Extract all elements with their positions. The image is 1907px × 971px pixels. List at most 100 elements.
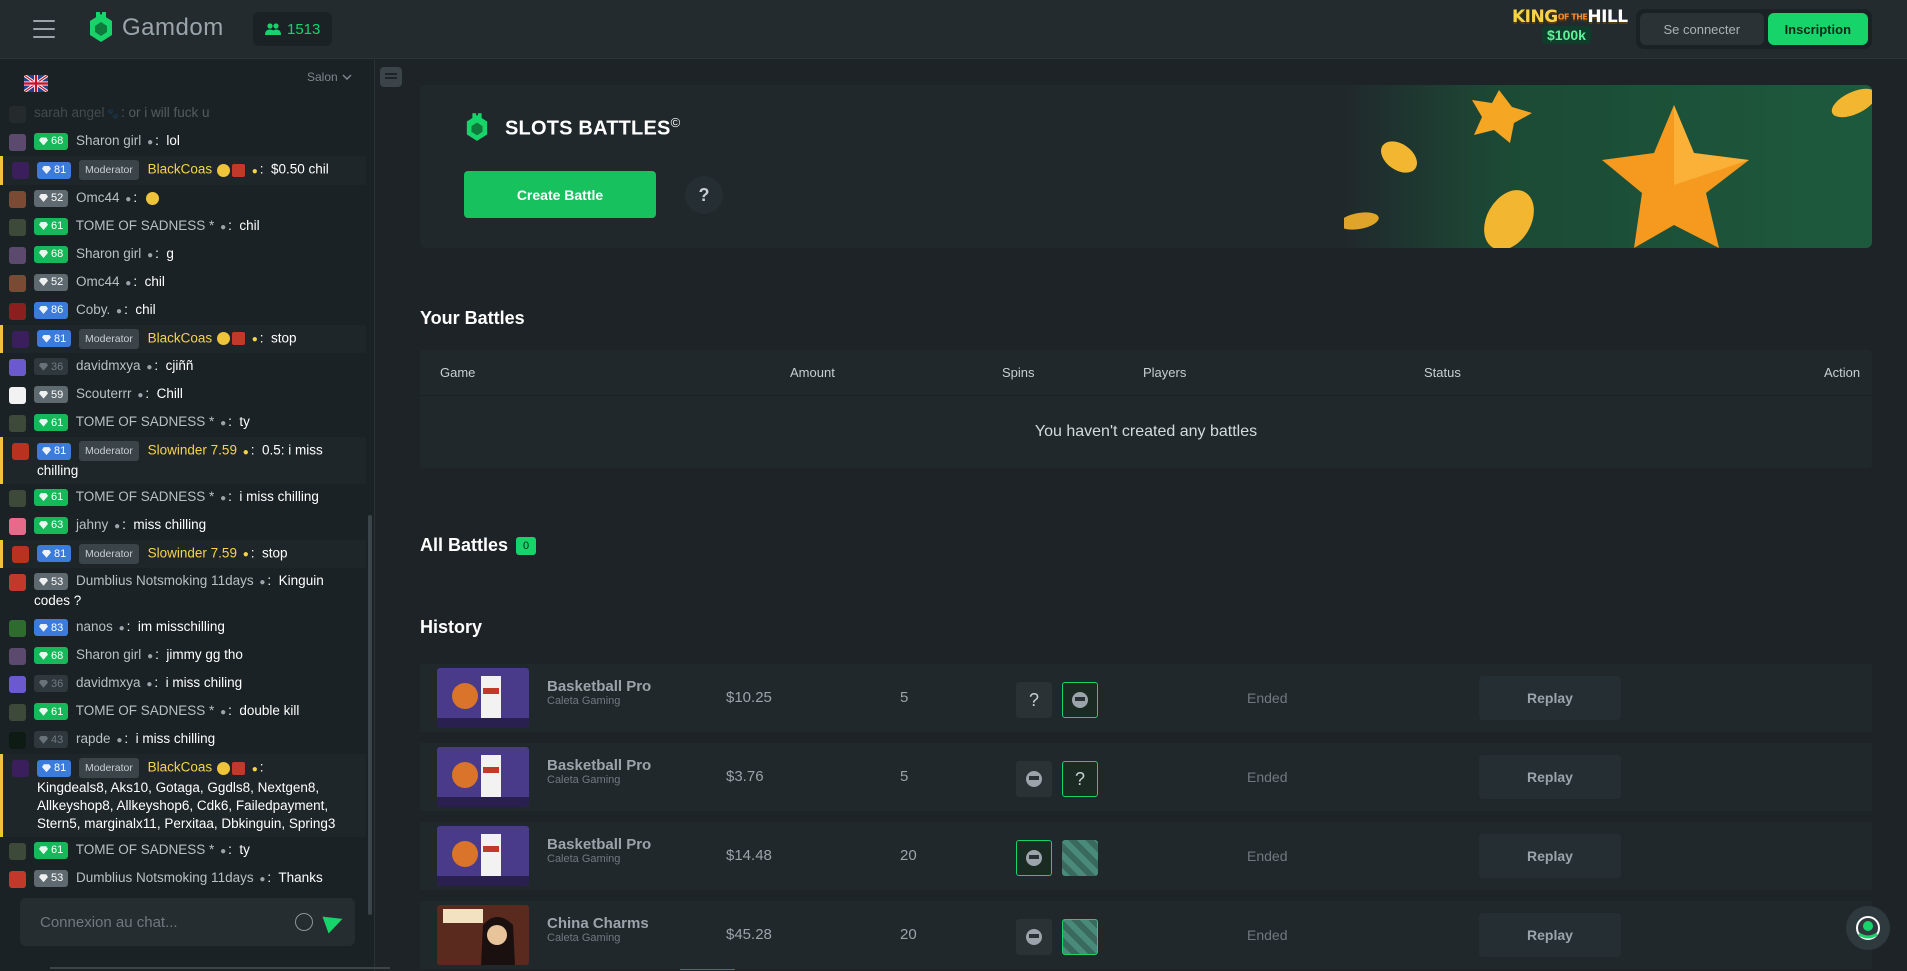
chat-message: 61 TOME OF SADNESS * ●: double kill [0, 698, 366, 726]
chat-input[interactable] [40, 913, 295, 931]
avatar[interactable] [9, 870, 26, 888]
username[interactable]: TOME OF SADNESS * [76, 842, 215, 857]
king-of-the-hill-promo[interactable]: KINGOF THEHILL $100k [1512, 7, 1628, 55]
username[interactable]: BlackCoas [148, 760, 213, 775]
username[interactable]: Slowinder 7.59 [148, 443, 237, 458]
uk-flag-icon[interactable] [24, 75, 48, 92]
player-avatar-icon[interactable] [1062, 840, 1098, 876]
battle-status: Ended [1247, 769, 1288, 785]
username[interactable]: BlackCoas [148, 330, 213, 345]
username[interactable]: TOME OF SADNESS * [76, 489, 215, 504]
paw-icon: ● [259, 873, 266, 885]
game-name[interactable]: Basketball Pro [547, 678, 651, 695]
avatar[interactable] [9, 517, 26, 535]
send-icon[interactable] [322, 910, 346, 934]
username[interactable]: sarah angel [34, 105, 105, 120]
username[interactable]: Omc44 [76, 190, 120, 205]
create-battle-button[interactable]: Create Battle [464, 171, 656, 218]
avatar[interactable] [12, 443, 29, 461]
avatar[interactable] [9, 489, 26, 507]
game-thumbnail[interactable] [437, 905, 529, 965]
username[interactable]: Scouterrr [76, 386, 132, 401]
username[interactable]: TOME OF SADNESS * [76, 414, 215, 429]
table-row[interactable]: Basketball Pro Caleta Gaming $3.76 5 ? E… [420, 743, 1872, 811]
avatar[interactable] [12, 545, 29, 563]
username[interactable]: Omc44 [76, 274, 120, 289]
replay-button[interactable]: Replay [1479, 913, 1621, 957]
avatar[interactable] [9, 620, 26, 638]
login-button[interactable]: Se connecter [1640, 13, 1764, 45]
avatar[interactable] [9, 134, 26, 151]
avatar[interactable] [12, 760, 29, 778]
avatar[interactable] [9, 359, 26, 377]
player-avatar-icon[interactable] [1062, 919, 1098, 955]
paw-icon: ● [220, 418, 227, 430]
username[interactable]: TOME OF SADNESS * [76, 218, 215, 233]
game-name[interactable]: Basketball Pro [547, 757, 651, 774]
replay-button[interactable]: Replay [1479, 834, 1621, 878]
username[interactable]: Sharon girl [76, 133, 141, 148]
avatar[interactable] [9, 274, 26, 292]
avatar[interactable] [9, 648, 26, 666]
username[interactable]: rapde [76, 731, 111, 746]
game-thumbnail[interactable] [437, 747, 529, 807]
game-name[interactable]: China Charms [547, 915, 649, 932]
emoji-picker-icon[interactable] [295, 913, 313, 931]
unknown-player-icon: ? [1016, 682, 1052, 718]
username[interactable]: Sharon girl [76, 647, 141, 662]
avatar[interactable] [9, 842, 26, 860]
player-avatar-icon[interactable] [1016, 761, 1052, 797]
avatar[interactable] [9, 190, 26, 208]
table-row[interactable]: Basketball Pro Caleta Gaming $10.25 5 ? … [420, 664, 1872, 732]
menu-icon[interactable] [33, 20, 55, 38]
avatar[interactable] [9, 218, 26, 236]
player-avatar-icon[interactable] [1016, 919, 1052, 955]
avatar[interactable] [9, 302, 26, 320]
username[interactable]: Sharon girl [76, 246, 141, 261]
avatar[interactable] [9, 732, 26, 750]
avatar[interactable] [12, 162, 29, 179]
logo[interactable]: Gamdom [88, 12, 224, 44]
username[interactable]: Dumblius Notsmoking 11days [76, 870, 254, 885]
message-text: miss chilling [133, 516, 207, 532]
horizontal-scrollbar[interactable] [50, 967, 390, 969]
table-row[interactable]: China Charms Caleta Gaming $45.28 20 End… [420, 901, 1872, 969]
avatar[interactable] [9, 106, 26, 123]
username[interactable]: davidmxya [76, 675, 141, 690]
avatar[interactable] [9, 676, 26, 694]
username[interactable]: nanos [76, 619, 113, 634]
game-thumbnail[interactable] [437, 668, 529, 728]
avatar[interactable] [9, 387, 26, 405]
table-row[interactable]: Basketball Pro Caleta Gaming $14.48 20 E… [420, 822, 1872, 890]
signup-button[interactable]: Inscription [1767, 13, 1868, 45]
avatar[interactable] [9, 415, 26, 433]
username[interactable]: Coby. [76, 302, 110, 317]
message-text: chil [135, 301, 156, 317]
chat-room-select[interactable]: Salon [307, 70, 352, 84]
help-button[interactable]: ? [685, 176, 723, 214]
support-chat-button[interactable] [1846, 906, 1890, 950]
player-avatar-icon[interactable] [1016, 840, 1052, 876]
promo-word-hill: HILL [1587, 7, 1628, 27]
replay-button[interactable]: Replay [1479, 676, 1621, 720]
game-name[interactable]: Basketball Pro [547, 836, 651, 853]
username[interactable]: Dumblius Notsmoking 11days [76, 573, 254, 588]
chat-sidebar: Salon sarah angel 🐾: or i will fuck u 68 … [0, 60, 375, 971]
username[interactable]: Slowinder 7.59 [148, 545, 237, 560]
username[interactable]: BlackCoas [148, 162, 213, 177]
avatar[interactable] [12, 330, 29, 348]
avatar[interactable] [9, 704, 26, 722]
username[interactable]: davidmxya [76, 358, 141, 373]
chat-scrollbar[interactable] [368, 515, 372, 915]
avatar[interactable] [9, 574, 26, 592]
username[interactable]: jahny [76, 517, 108, 532]
chat-toggle-icon[interactable] [380, 67, 402, 87]
replay-button[interactable]: Replay [1479, 755, 1621, 799]
chat-message: 83 nanos ●: im misschilling [0, 614, 366, 642]
chat-messages[interactable]: sarah angel 🐾: or i will fuck u 68 Sharon… [0, 100, 366, 940]
player-avatar-icon[interactable] [1062, 682, 1098, 718]
username[interactable]: TOME OF SADNESS * [76, 703, 215, 718]
avatar[interactable] [9, 246, 26, 264]
game-thumbnail[interactable] [437, 826, 529, 886]
online-users-count[interactable]: 1513 [253, 12, 333, 46]
